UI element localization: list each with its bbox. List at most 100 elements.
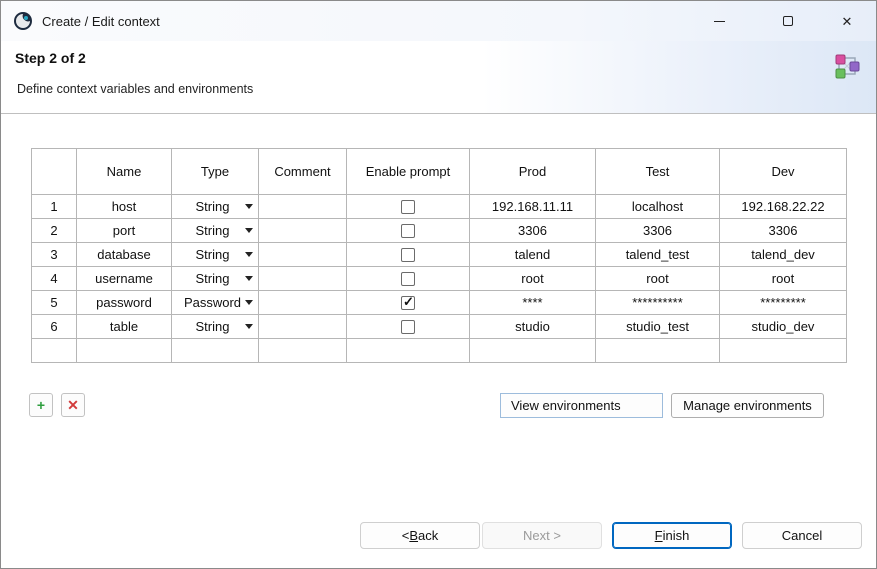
name-cell[interactable]: password [77,291,172,315]
name-cell[interactable]: table [77,315,172,339]
comment-cell[interactable] [259,315,347,339]
row-number: 1 [32,195,77,219]
row-number: 3 [32,243,77,267]
titlebar: Create / Edit context ✕ [1,1,876,41]
empty-row [32,339,847,363]
dev-cell[interactable]: 3306 [720,219,847,243]
cancel-button[interactable]: Cancel [742,522,862,549]
remove-variable-button[interactable]: ✕ [61,393,85,417]
name-cell[interactable]: port [77,219,172,243]
comment-cell[interactable] [259,267,347,291]
chevron-down-icon [245,324,253,329]
maximize-icon [783,16,793,26]
next-button[interactable]: Next > [482,522,602,549]
finish-button[interactable]: Finish [612,522,732,549]
back-label-suffix: ack [418,528,438,543]
prod-cell[interactable]: **** [470,291,596,315]
type-value: Password [180,295,245,310]
minimize-button[interactable] [696,1,742,41]
table-header-row: Name Type Comment Enable prompt Prod Tes… [32,149,847,195]
close-button[interactable]: ✕ [824,1,870,41]
enable-prompt-cell [347,267,470,291]
chevron-down-icon [245,228,253,233]
prod-cell[interactable]: talend [470,243,596,267]
row-number: 5 [32,291,77,315]
step-subtitle: Define context variables and environment… [17,82,253,96]
empty-cell [720,339,847,363]
type-value: String [180,199,245,214]
enable-prompt-checkbox[interactable] [401,296,415,310]
add-variable-button[interactable]: + [29,393,53,417]
test-cell[interactable]: 3306 [596,219,720,243]
context-variables-table: Name Type Comment Enable prompt Prod Tes… [31,148,847,363]
col-header-index [32,149,77,195]
view-environments-button[interactable]: View environments [500,393,663,418]
name-cell[interactable]: host [77,195,172,219]
enable-prompt-cell [347,243,470,267]
name-cell[interactable]: database [77,243,172,267]
dev-cell[interactable]: ********* [720,291,847,315]
enable-prompt-checkbox[interactable] [401,200,415,214]
comment-cell[interactable] [259,291,347,315]
finish-label-mnemonic: F [655,528,663,543]
table-row: 6 table String studio studio_test studio… [32,315,847,339]
table-row: 1 host String 192.168.11.11 localhost 19… [32,195,847,219]
back-button[interactable]: < Back [360,522,480,549]
prod-cell[interactable]: studio [470,315,596,339]
enable-prompt-cell [347,195,470,219]
table-row: 4 username String root root root [32,267,847,291]
row-number: 4 [32,267,77,291]
col-header-name: Name [77,149,172,195]
chevron-down-icon [245,276,253,281]
type-dropdown[interactable]: String [172,195,259,219]
test-cell[interactable]: localhost [596,195,720,219]
maximize-button[interactable] [765,1,811,41]
back-label-mnemonic: B [409,528,418,543]
type-dropdown[interactable]: String [172,243,259,267]
dev-cell[interactable]: talend_dev [720,243,847,267]
minimize-icon [714,21,725,22]
dev-cell[interactable]: root [720,267,847,291]
enable-prompt-checkbox[interactable] [401,272,415,286]
prod-cell[interactable]: 192.168.11.11 [470,195,596,219]
col-header-type: Type [172,149,259,195]
chevron-down-icon [245,204,253,209]
window-title: Create / Edit context [42,14,160,29]
comment-cell[interactable] [259,195,347,219]
type-dropdown[interactable]: String [172,267,259,291]
type-value: String [180,247,245,262]
table-row: 5 password Password **** ********** ****… [32,291,847,315]
table-row: 2 port String 3306 3306 3306 [32,219,847,243]
test-cell[interactable]: root [596,267,720,291]
context-icon [831,50,863,87]
empty-cell [77,339,172,363]
test-cell[interactable]: studio_test [596,315,720,339]
empty-cell [32,339,77,363]
type-dropdown[interactable]: String [172,219,259,243]
step-title: Step 2 of 2 [15,50,86,66]
enable-prompt-checkbox[interactable] [401,248,415,262]
comment-cell[interactable] [259,219,347,243]
type-dropdown[interactable]: Password [172,291,259,315]
type-value: String [180,271,245,286]
enable-prompt-checkbox[interactable] [401,224,415,238]
comment-cell[interactable] [259,243,347,267]
empty-cell [347,339,470,363]
empty-cell [596,339,720,363]
manage-environments-button[interactable]: Manage environments [671,393,824,418]
plus-icon: + [37,397,45,413]
name-cell[interactable]: username [77,267,172,291]
test-cell[interactable]: talend_test [596,243,720,267]
enable-prompt-checkbox[interactable] [401,320,415,334]
test-cell[interactable]: ********** [596,291,720,315]
finish-label-suffix: inish [663,528,690,543]
back-label-prefix: < [402,528,410,543]
dev-cell[interactable]: studio_dev [720,315,847,339]
type-dropdown[interactable]: String [172,315,259,339]
prod-cell[interactable]: root [470,267,596,291]
prod-cell[interactable]: 3306 [470,219,596,243]
chevron-down-icon [245,252,253,257]
delete-x-icon: ✕ [67,397,79,414]
dev-cell[interactable]: 192.168.22.22 [720,195,847,219]
table-row: 3 database String talend talend_test tal… [32,243,847,267]
